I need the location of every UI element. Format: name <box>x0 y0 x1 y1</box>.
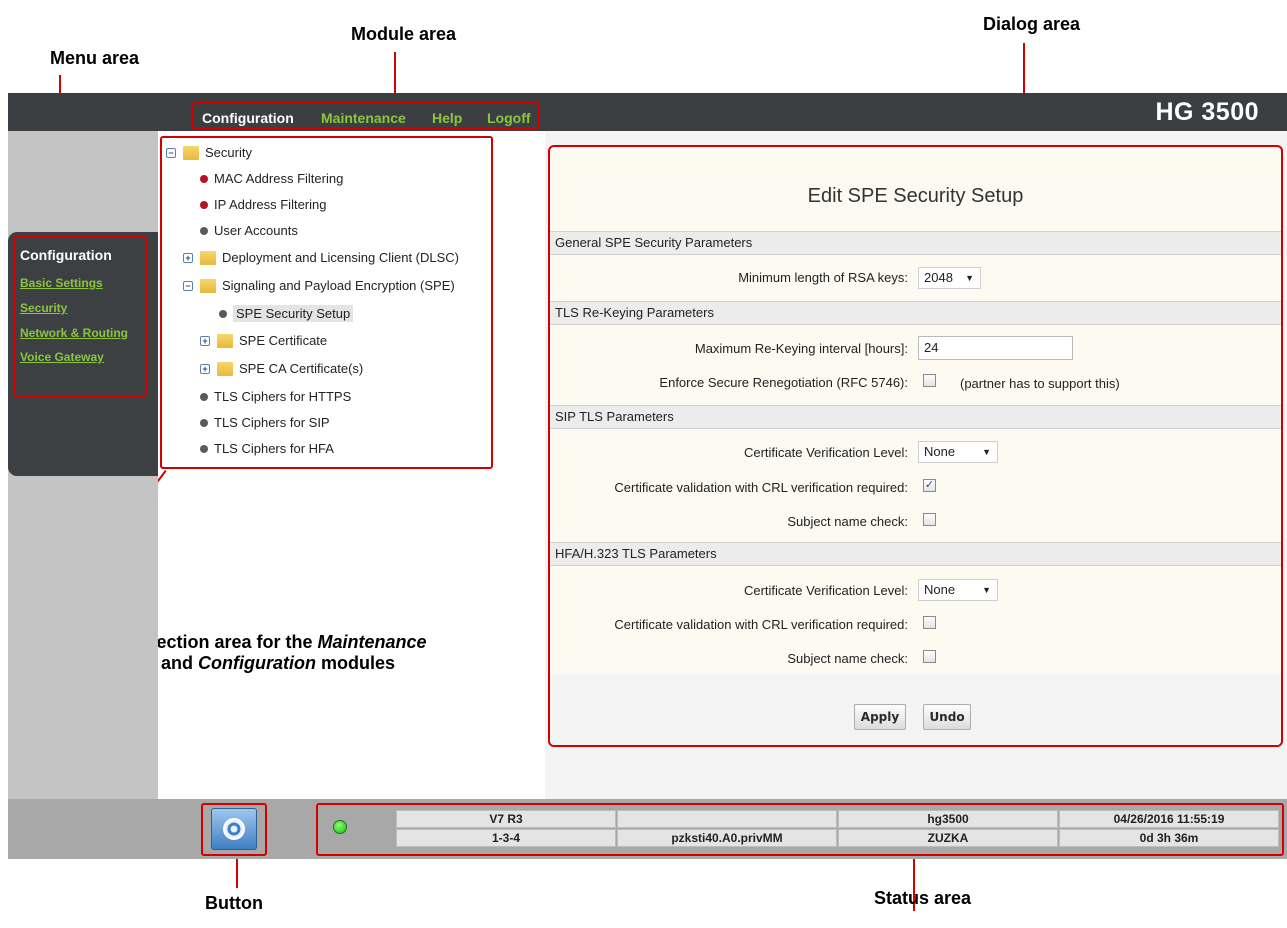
status-version: V7 R3 <box>396 810 616 828</box>
status-empty-cell <box>617 810 837 828</box>
rsa-length-label: Minimum length of RSA keys: <box>738 270 908 285</box>
chevron-down-icon: ▼ <box>965 273 974 283</box>
collapse-icon[interactable]: − <box>183 280 193 291</box>
folder-icon <box>217 361 233 376</box>
hfa-verification-level-select[interactable]: None ▼ <box>918 579 998 601</box>
menu-item-voice-gateway[interactable]: Voice Gateway <box>20 350 104 364</box>
sip-crl-label: Certificate validation with CRL verifica… <box>614 480 908 495</box>
sip-crl-checkbox[interactable]: ✓ <box>923 479 936 492</box>
folder-icon <box>200 278 216 293</box>
module-maintenance[interactable]: Maintenance <box>321 110 406 126</box>
dialog-title: Edit SPE Security Setup <box>807 185 1024 207</box>
status-datetime: 04/26/2016 11:55:19 <box>1059 810 1279 828</box>
tree-node-spe[interactable]: − Signaling and Payload Encryption (SPE) <box>183 278 455 293</box>
tree-node-ip-filtering[interactable]: IP Address Filtering <box>200 197 326 212</box>
refresh-icon <box>223 818 245 840</box>
expand-icon[interactable]: + <box>200 335 210 346</box>
tree-node-security[interactable]: − Security <box>166 145 252 160</box>
tree-node-tls-hfa[interactable]: TLS Ciphers for HFA <box>200 441 334 456</box>
sip-verification-level-select[interactable]: None ▼ <box>918 441 998 463</box>
renegotiation-note: (partner has to support this) <box>960 376 1120 391</box>
button-pointer <box>236 858 238 888</box>
rsa-length-select[interactable]: 2048 ▼ <box>918 267 981 289</box>
folder-icon <box>200 250 216 265</box>
sip-subject-check-checkbox[interactable] <box>923 513 936 526</box>
status-led-icon <box>333 820 347 834</box>
folder-icon <box>217 333 233 348</box>
hfa-subject-check-checkbox[interactable] <box>923 650 936 663</box>
module-help[interactable]: Help <box>432 110 462 126</box>
tree-node-dlsc[interactable]: + Deployment and Licensing Client (DLSC) <box>183 250 459 265</box>
status-hostname: hg3500 <box>838 810 1058 828</box>
refresh-button[interactable] <box>211 808 257 850</box>
expand-icon[interactable]: + <box>200 363 210 374</box>
dialog-area-annotation: Dialog area <box>983 14 1081 34</box>
module-configuration[interactable]: Configuration <box>202 110 294 126</box>
rekey-interval-input[interactable]: 24 <box>918 336 1073 360</box>
menu-item-security[interactable]: Security <box>20 301 67 315</box>
tree-node-spe-certificate[interactable]: + SPE Certificate <box>200 333 327 348</box>
tree-node-tls-sip[interactable]: TLS Ciphers for SIP <box>200 415 330 430</box>
menu-item-network-routing[interactable]: Network & Routing <box>20 326 128 340</box>
status-name: ZUZKA <box>838 829 1058 847</box>
gray-bullet-icon <box>200 226 208 235</box>
module-logoff[interactable]: Logoff <box>487 110 531 126</box>
product-logo: HG 3500 <box>1155 98 1259 126</box>
status-node: pzksti40.A0.privMM <box>617 829 837 847</box>
module-area-annotation: Module area <box>351 24 457 44</box>
menu-title: Configuration <box>20 247 112 263</box>
gray-bullet-icon <box>200 418 208 427</box>
menu-item-basic-settings[interactable]: Basic Settings <box>20 276 103 290</box>
dialog-area: Edit SPE Security Setup General SPE Secu… <box>548 145 1283 747</box>
tree-node-spe-ca-certificates[interactable]: + SPE CA Certificate(s) <box>200 361 363 376</box>
chevron-down-icon: ▼ <box>982 585 991 595</box>
section-hfa-tls: HFA/H.323 TLS Parameters <box>550 542 1281 566</box>
hfa-subject-check-label: Subject name check: <box>787 651 908 666</box>
gray-bullet-icon <box>219 309 227 318</box>
tree-node-user-accounts[interactable]: User Accounts <box>200 223 298 238</box>
section-sip-tls: SIP TLS Parameters <box>550 405 1281 429</box>
sip-subject-check-label: Subject name check: <box>787 514 908 529</box>
red-bullet-icon <box>200 200 208 209</box>
section-tls-rekeying: TLS Re-Keying Parameters <box>550 301 1281 325</box>
gray-bullet-icon <box>200 444 208 453</box>
status-slot: 1-3-4 <box>396 829 616 847</box>
tree-node-tls-https[interactable]: TLS Ciphers for HTTPS <box>200 389 351 404</box>
status-area-annotation: Status area <box>874 888 972 908</box>
gray-bullet-icon <box>200 392 208 401</box>
tree-node-spe-security-setup[interactable]: SPE Security Setup <box>219 305 354 322</box>
section-general-spe: General SPE Security Parameters <box>550 231 1281 255</box>
expand-icon[interactable]: + <box>183 252 193 263</box>
collapse-icon[interactable]: − <box>166 147 176 158</box>
secure-renegotiation-label: Enforce Secure Renegotiation (RFC 5746): <box>659 375 908 390</box>
sip-verification-level-label: Certificate Verification Level: <box>743 445 908 460</box>
hfa-crl-checkbox[interactable] <box>923 616 936 629</box>
tree-node-mac-filtering[interactable]: MAC Address Filtering <box>200 171 343 186</box>
menu-area-annotation: Menu area <box>50 48 140 68</box>
hfa-verification-level-label: Certificate Verification Level: <box>743 583 908 598</box>
chevron-down-icon: ▼ <box>982 447 991 457</box>
hfa-crl-label: Certificate validation with CRL verifica… <box>614 617 908 632</box>
secure-renegotiation-checkbox[interactable] <box>923 374 936 387</box>
undo-button[interactable]: Undo <box>923 704 971 730</box>
dialog-button-bar <box>550 674 1281 745</box>
status-uptime: 0d 3h 36m <box>1059 829 1279 847</box>
folder-icon <box>183 145 199 160</box>
red-bullet-icon <box>200 174 208 183</box>
button-annotation: Button <box>205 893 263 913</box>
apply-button[interactable]: Apply <box>854 704 906 730</box>
rekey-interval-label: Maximum Re-Keying interval [hours]: <box>694 341 908 356</box>
